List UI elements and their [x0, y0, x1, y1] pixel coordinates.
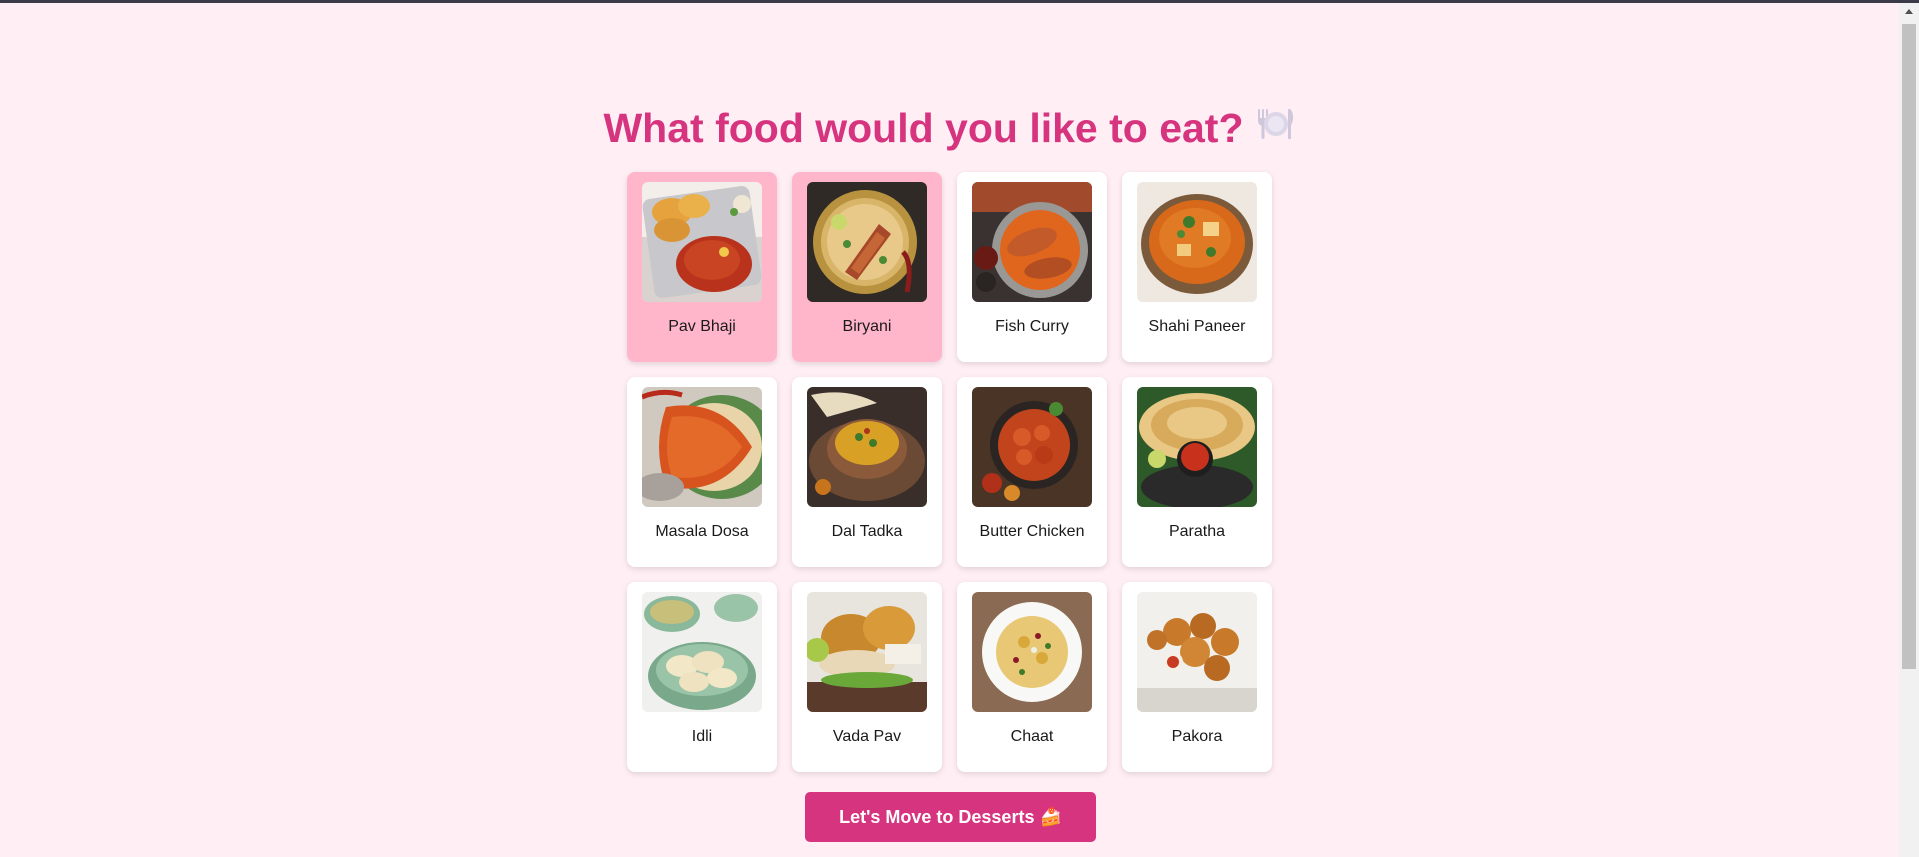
fish-curry-image	[972, 182, 1092, 302]
food-card-pakora[interactable]: Pakora	[1122, 582, 1272, 772]
food-card-label: Pakora	[1171, 728, 1223, 745]
masala-dosa-image	[642, 387, 762, 507]
food-card-label: Dal Tadka	[831, 523, 903, 540]
food-card-label: Masala Dosa	[655, 523, 749, 540]
page-title-text: What food would you like to eat?	[603, 105, 1244, 151]
food-card-label: Idli	[691, 728, 713, 745]
food-card-label: Fish Curry	[995, 318, 1069, 335]
scroll-up-arrow-icon[interactable]	[1905, 9, 1913, 14]
food-card-label: Pav Bhaji	[668, 318, 736, 335]
page-title: What food would you like to eat?	[0, 100, 1899, 159]
food-card-pav-bhaji[interactable]: Pav Bhaji	[627, 172, 777, 362]
food-card-chaat[interactable]: Chaat	[957, 582, 1107, 772]
food-card-label: Shahi Paneer	[1148, 318, 1246, 335]
idli-image	[642, 592, 762, 712]
food-card-idli[interactable]: Idli	[627, 582, 777, 772]
pav-bhaji-image	[642, 182, 762, 302]
chaat-image	[972, 592, 1092, 712]
shahi-paneer-image	[1137, 182, 1257, 302]
food-card-label: Chaat	[1010, 728, 1054, 745]
food-grid: Pav Bhaji Biryani Fish Curry Shahi Panee…	[627, 172, 1274, 772]
food-card-shahi-paneer[interactable]: Shahi Paneer	[1122, 172, 1272, 362]
food-card-label: Vada Pav	[832, 728, 902, 745]
food-card-label: Butter Chicken	[979, 523, 1085, 540]
food-card-fish-curry[interactable]: Fish Curry	[957, 172, 1107, 362]
vada-pav-image	[807, 592, 927, 712]
biryani-image	[807, 182, 927, 302]
food-card-label: Biryani	[842, 318, 892, 335]
food-card-masala-dosa[interactable]: Masala Dosa	[627, 377, 777, 567]
butter-chicken-image	[972, 387, 1092, 507]
vertical-scrollbar[interactable]	[1899, 3, 1919, 857]
food-selection-page: What food would you like to eat? Pav Bha…	[0, 0, 1899, 857]
plate-cutlery-icon	[1256, 100, 1296, 156]
food-card-paratha[interactable]: Paratha	[1122, 377, 1272, 567]
scrollbar-thumb[interactable]	[1902, 24, 1916, 669]
food-card-biryani[interactable]: Biryani	[792, 172, 942, 362]
food-card-vada-pav[interactable]: Vada Pav	[792, 582, 942, 772]
food-card-label: Paratha	[1168, 523, 1226, 540]
food-card-dal-tadka[interactable]: Dal Tadka	[792, 377, 942, 567]
pakora-image	[1137, 592, 1257, 712]
dal-tadka-image	[807, 387, 927, 507]
food-card-butter-chicken[interactable]: Butter Chicken	[957, 377, 1107, 567]
move-to-desserts-button[interactable]: Let's Move to Desserts 🍰	[805, 792, 1096, 842]
paratha-image	[1137, 387, 1257, 507]
